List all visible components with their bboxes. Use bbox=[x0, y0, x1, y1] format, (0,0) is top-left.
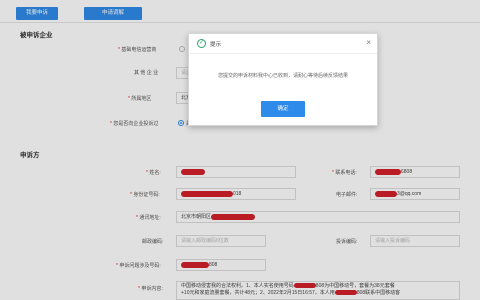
dialog-title: 提示 bbox=[210, 42, 222, 48]
dialog-message: 您提交的申诉材料我中心已收到，请耐心等待后续反馈结果 bbox=[217, 73, 348, 79]
success-check-icon: ✓ bbox=[197, 39, 206, 48]
close-icon[interactable]: × bbox=[366, 38, 371, 48]
dialog-header: ✓ 提示 × bbox=[189, 34, 377, 54]
confirm-button[interactable]: 确定 bbox=[261, 101, 305, 117]
notice-dialog: ✓ 提示 × 您提交的申诉材料我中心已收到，请耐心等待后续反馈结果 确定 bbox=[188, 33, 378, 126]
